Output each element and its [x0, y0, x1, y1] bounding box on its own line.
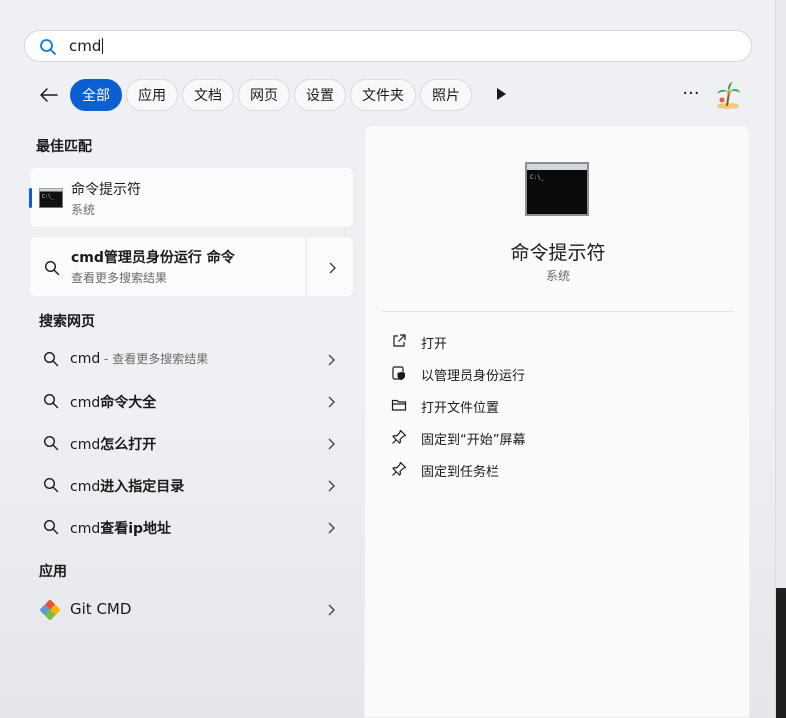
search-icon	[44, 260, 60, 276]
web-result-label: cmd怎么打开	[70, 437, 157, 453]
chevron-right-icon	[328, 604, 335, 616]
divider	[306, 237, 307, 297]
search-icon	[40, 39, 56, 55]
web-result-item[interactable]: cmd查看ip地址	[29, 508, 354, 548]
action-run-as-admin[interactable]: 以管理员身份运行	[391, 361, 721, 385]
action-pin-to-start[interactable]: 固定到“开始”屏幕	[391, 425, 721, 449]
tab-photos[interactable]: 照片	[420, 79, 472, 111]
preview-title: 命令提示符	[510, 242, 606, 264]
tab-folders[interactable]: 文件夹	[350, 79, 416, 111]
shield-icon	[392, 366, 405, 380]
pin-icon	[392, 461, 407, 476]
desktop-taskbar-edge	[776, 588, 786, 718]
chevron-right-icon	[328, 480, 335, 492]
run-as-admin-suggestion[interactable]: cmd管理员身份运行 命令 查看更多搜索结果	[29, 236, 354, 297]
action-open[interactable]: 打开	[391, 329, 721, 353]
tab-all[interactable]: 全部	[70, 79, 122, 111]
action-label: 打开	[421, 337, 448, 352]
selection-indicator	[29, 188, 32, 208]
action-label: 打开文件位置	[421, 401, 500, 416]
folder-icon	[391, 399, 407, 411]
search-panel: cmd 全部 应用 文档 网页 设置 文件夹 照片 ··· 最佳匹配 C:\_ …	[0, 0, 776, 718]
best-match-title: 命令提示符	[71, 182, 141, 198]
web-result-item[interactable]: cmd怎么打开	[29, 424, 354, 464]
search-icon	[43, 435, 59, 451]
preview-subtitle: 系统	[545, 269, 570, 283]
pin-icon	[392, 429, 407, 444]
app-result-git-cmd[interactable]: Git CMD	[29, 590, 354, 630]
action-label: 固定到任务栏	[421, 465, 500, 480]
web-result-label: cmd查看ip地址	[70, 521, 172, 537]
action-label: 固定到“开始”屏幕	[421, 433, 526, 448]
search-input[interactable]: cmd	[69, 37, 104, 55]
search-icon	[43, 393, 59, 409]
command-prompt-large-icon: C:\_	[525, 162, 589, 216]
chevron-right-icon	[328, 438, 335, 450]
preview-pane: C:\_ 命令提示符 系统 打开 以管理员身份运行 打开文件位置 固定到“开始”…	[364, 125, 750, 718]
arrow-left-icon	[40, 88, 58, 102]
search-bar[interactable]: cmd	[24, 30, 752, 62]
palm-tree-icon[interactable]	[714, 80, 742, 110]
apps-heading: 应用	[39, 564, 67, 580]
search-icon	[43, 351, 59, 367]
play-icon[interactable]	[494, 86, 508, 102]
text-caret	[102, 38, 104, 54]
command-prompt-icon: C:\_	[39, 188, 63, 208]
web-result-item[interactable]: cmd命令大全	[29, 382, 354, 422]
tab-settings[interactable]: 设置	[294, 79, 346, 111]
search-query-text: cmd	[69, 37, 102, 55]
suggestion-subtitle: 查看更多搜索结果	[71, 271, 168, 285]
open-external-icon	[393, 334, 406, 347]
svg-text:C:\_: C:\_	[530, 174, 545, 181]
action-open-file-location[interactable]: 打开文件位置	[391, 393, 721, 417]
git-cmd-icon	[40, 600, 60, 620]
action-pin-to-taskbar[interactable]: 固定到任务栏	[391, 457, 721, 481]
preview-divider	[381, 311, 735, 312]
chevron-right-icon	[328, 522, 335, 534]
chevron-right-icon[interactable]	[327, 262, 337, 274]
chevron-right-icon	[328, 396, 335, 408]
chevron-right-icon	[328, 354, 335, 366]
action-label: 以管理员身份运行	[421, 369, 526, 384]
suggestion-title: cmd管理员身份运行 命令	[71, 250, 235, 266]
web-result-item[interactable]: cmd - 查看更多搜索结果	[29, 340, 354, 380]
app-result-label: Git CMD	[70, 600, 132, 618]
back-button[interactable]	[36, 82, 62, 108]
web-result-label: cmd - 查看更多搜索结果	[70, 351, 209, 367]
best-match-subtitle: 系统	[71, 203, 96, 217]
web-result-label: cmd命令大全	[70, 395, 157, 411]
web-result-item[interactable]: cmd进入指定目录	[29, 466, 354, 506]
best-match-item[interactable]: C:\_ 命令提示符 系统	[29, 167, 354, 228]
svg-text:C:\_: C:\_	[42, 194, 55, 200]
tab-web[interactable]: 网页	[238, 79, 290, 111]
best-match-heading: 最佳匹配	[36, 139, 92, 155]
more-options-button[interactable]: ···	[680, 84, 702, 104]
tab-documents[interactable]: 文档	[182, 79, 234, 111]
web-result-label: cmd进入指定目录	[70, 479, 185, 495]
search-icon	[43, 477, 59, 493]
web-search-heading: 搜索网页	[39, 314, 95, 330]
tab-apps[interactable]: 应用	[126, 79, 178, 111]
search-icon	[43, 519, 59, 535]
